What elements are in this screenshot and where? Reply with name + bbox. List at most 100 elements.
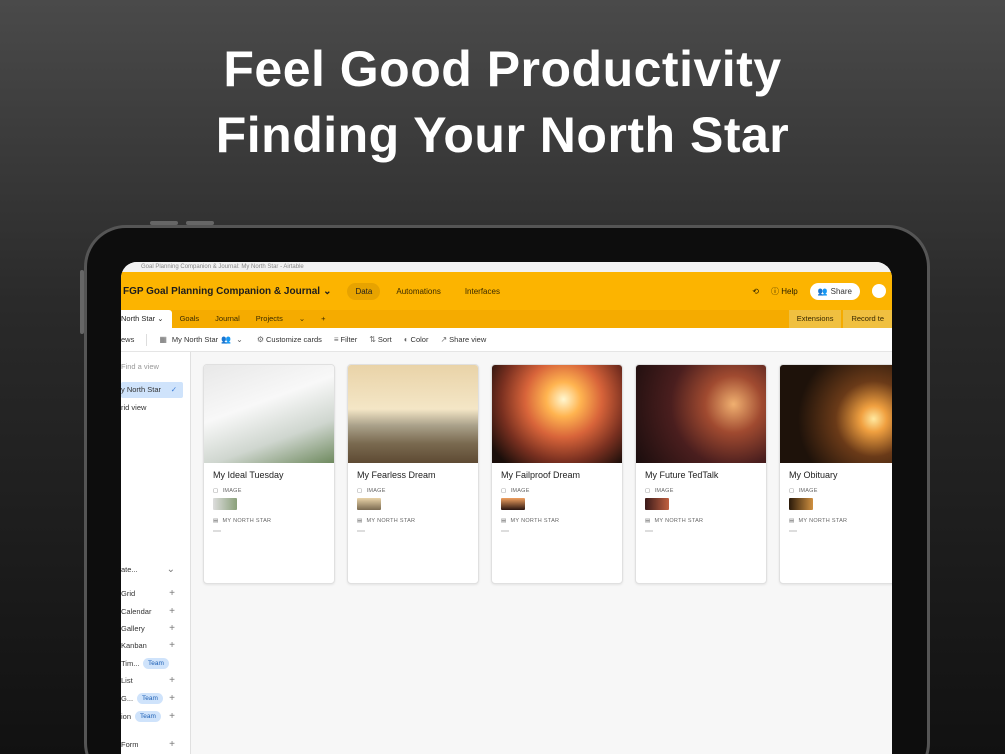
image-thumbnail[interactable] xyxy=(789,498,813,510)
field-label-north-star: ▤ MY NORTH STAR xyxy=(780,510,892,524)
find-view-input[interactable]: Find a view xyxy=(121,362,159,371)
share-button[interactable]: 👥 Share xyxy=(809,282,860,300)
gallery-card[interactable]: My Future TedTalk ▢ IMAGE ▤ MY NORTH STAR xyxy=(635,364,767,584)
gallery-card[interactable]: My Fearless Dream ▢ IMAGE ▤ MY NORTH STAR xyxy=(347,364,479,584)
check-icon: ✓ xyxy=(170,385,177,394)
help-icon: ⓘ xyxy=(770,286,779,296)
team-badge: Team xyxy=(137,693,163,704)
browser-title: Goal Planning Companion & Journal: My No… xyxy=(121,262,892,272)
plus-icon: + xyxy=(169,640,175,651)
filter-button[interactable]: ≡ Filter xyxy=(334,335,357,344)
color-icon: ◐ xyxy=(403,335,409,344)
image-thumbnail[interactable] xyxy=(357,498,381,510)
plus-icon: + xyxy=(169,588,175,599)
empty-value xyxy=(501,530,509,532)
plus-icon: + xyxy=(169,623,175,634)
base-title[interactable]: FGP Goal Planning Companion & Journal ⌄ xyxy=(123,286,331,297)
sunset-summit-image xyxy=(492,365,622,463)
image-thumbnail[interactable] xyxy=(645,498,669,510)
extensions-button[interactable]: Extensions xyxy=(788,310,842,328)
create-kanban[interactable]: Kanban + xyxy=(121,638,183,654)
field-label-text: IMAGE xyxy=(510,488,530,494)
card-title: My Obituary xyxy=(789,470,838,480)
share-view-button[interactable]: ↗ Share view xyxy=(440,335,486,344)
field-label-north-star: ▤ MY NORTH STAR xyxy=(492,510,622,524)
create-gantt[interactable]: G... Team + xyxy=(121,691,183,707)
file-icon: ▢ xyxy=(357,488,363,494)
headline-line-2: Finding Your North Star xyxy=(215,107,790,163)
people-icon: 👥 xyxy=(817,286,828,296)
gallery-card[interactable]: My Ideal Tuesday ▢ IMAGE ▤ MY NORTH STAR xyxy=(203,364,335,584)
nav-automations[interactable]: Automations xyxy=(388,283,448,300)
chevron-down-icon: ⌄ xyxy=(236,335,243,344)
gallery-card[interactable]: My Failproof Dream ▢ IMAGE ▤ MY NORTH STAR xyxy=(491,364,623,584)
create-gallery[interactable]: Gallery + xyxy=(121,621,183,637)
create-label: Kanban xyxy=(121,641,147,650)
add-table-icon[interactable]: + xyxy=(313,310,333,328)
field-label-image: ▢ IMAGE xyxy=(348,480,478,494)
create-calendar[interactable]: Calendar + xyxy=(121,604,183,620)
field-label-north-star: ▤ MY NORTH STAR xyxy=(636,510,766,524)
plus-icon: + xyxy=(169,711,175,722)
tab-north-star[interactable]: North Star ⌄ xyxy=(121,310,172,328)
file-icon: ▢ xyxy=(789,488,795,494)
chevron-down-icon: ⌄ xyxy=(323,285,332,297)
sidebar-view-label: y North Star xyxy=(121,385,162,394)
tablet-screen: Goal Planning Companion & Journal: My No… xyxy=(121,262,892,754)
nav-data[interactable]: Data xyxy=(347,282,381,300)
create-form[interactable]: Form + xyxy=(121,737,183,753)
field-label-text: MY NORTH STAR xyxy=(798,518,848,524)
filter-label: Filter xyxy=(340,335,358,344)
views-toggle[interactable]: ews xyxy=(121,335,134,344)
sort-label: Sort xyxy=(377,335,392,344)
tab-projects[interactable]: Projects xyxy=(248,310,291,328)
notification-icon[interactable] xyxy=(872,284,886,298)
field-label-text: MY NORTH STAR xyxy=(366,518,416,524)
create-label: Form xyxy=(121,740,139,749)
image-thumbnail[interactable] xyxy=(501,498,525,510)
nav-interfaces[interactable]: Interfaces xyxy=(457,283,508,300)
tabbar-right: Extensions Record te xyxy=(787,310,892,328)
app-nav: Data Automations Interfaces xyxy=(347,282,508,300)
record-templates-button[interactable]: Record te xyxy=(843,310,892,328)
view-toolbar: ews ▦ My North Star 👥 ⌄ ⚙ Customize cards… xyxy=(121,328,892,352)
view-name-label: My North Star xyxy=(171,335,219,344)
create-label: Tim... xyxy=(121,659,140,668)
create-label: ion xyxy=(121,712,132,721)
create-section[interactable]: ion Team + xyxy=(121,709,183,725)
team-badge: Team xyxy=(143,658,169,669)
customize-cards-button[interactable]: ⚙ Customize cards xyxy=(257,335,322,344)
link-icon: ▤ xyxy=(645,518,651,524)
current-view[interactable]: ▦ My North Star 👥 ⌄ xyxy=(159,335,245,344)
create-grid[interactable]: Grid + xyxy=(121,586,183,602)
card-title: My Failproof Dream xyxy=(501,470,581,480)
card-title: My Ideal Tuesday xyxy=(213,470,284,480)
tab-journal[interactable]: Journal xyxy=(207,310,248,328)
more-tabs-chevron-icon[interactable]: ⌄ xyxy=(291,310,313,328)
create-section-header[interactable]: ate... ⌄ xyxy=(121,562,183,578)
field-label-image: ▢ IMAGE xyxy=(492,480,622,494)
color-button[interactable]: ◐ Color xyxy=(404,335,429,344)
cliff-jump-image xyxy=(348,365,478,463)
table-tabs: North Star ⌄ Goals Journal Projects ⌄ + … xyxy=(121,310,892,328)
card-title: My Fearless Dream xyxy=(357,470,436,480)
sidebar-view-grid[interactable]: rid view xyxy=(121,400,183,416)
sort-button[interactable]: ⇅ Sort xyxy=(369,335,391,344)
field-label-text: IMAGE xyxy=(366,488,386,494)
help-button[interactable]: ⓘ Help xyxy=(771,286,798,297)
create-header-label: ate... xyxy=(121,565,138,574)
create-list[interactable]: List + xyxy=(121,673,183,689)
image-thumbnail[interactable] xyxy=(213,498,237,510)
view-sidebar: Find a view y North Star ✓ rid view ate.… xyxy=(121,352,191,754)
gallery-card[interactable]: My Obituary ▢ IMAGE ▤ MY NORTH STAR xyxy=(779,364,892,584)
history-icon[interactable]: ⟲ xyxy=(752,287,759,296)
field-label-text: IMAGE xyxy=(222,488,242,494)
people-icon: 👥 xyxy=(221,335,232,344)
create-timeline[interactable]: Tim... Team xyxy=(121,656,183,672)
create-label: Calendar xyxy=(121,607,152,616)
sidebar-view-north-star[interactable]: y North Star ✓ xyxy=(121,382,183,398)
tab-goals[interactable]: Goals xyxy=(172,310,208,328)
divider xyxy=(146,333,148,346)
headline-line-1: Feel Good Productivity xyxy=(223,41,782,97)
coffee-table-image xyxy=(204,365,334,463)
